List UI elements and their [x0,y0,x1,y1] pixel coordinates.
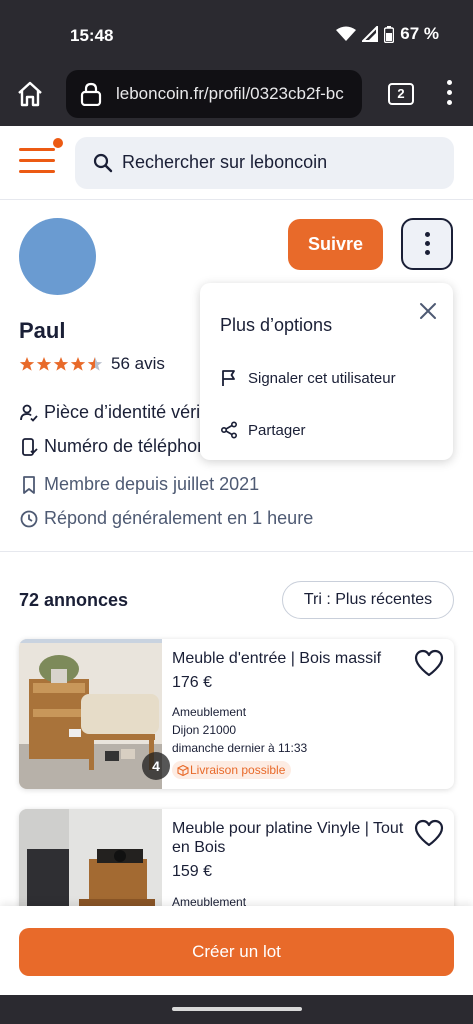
more-options-dropdown: Plus d’options Signaler cet utilisateur … [200,283,453,460]
battery-level: 67 % [400,24,439,43]
sort-button[interactable]: Tri : Plus récentes [282,581,454,619]
status-bar: 15:48 67 % [0,0,473,66]
lock-icon [80,82,102,106]
star-icon [53,357,69,371]
share-item[interactable]: Partager [220,421,306,439]
flag-icon [222,370,235,386]
phone-check-icon [22,437,38,456]
share-label: Partager [248,421,306,439]
response-time-label: Répond généralement en 1 heure [44,508,314,528]
avatar [19,218,96,295]
home-gesture-pill[interactable] [172,1007,302,1011]
listing-price: 159 € [172,863,213,880]
home-icon[interactable] [14,78,46,110]
listing-date: dimanche dernier à 11:33 [172,741,308,755]
report-user-item[interactable]: Signaler cet utilisateur [220,369,396,387]
star-icon [19,357,35,371]
url-text: leboncoin.fr/profil/0323cb2f-bc [116,84,344,103]
parcel-icon [177,764,189,776]
review-count: 56 avis [111,354,165,373]
delivery-badge: Livraison possible [172,761,292,779]
bookmark-icon [23,475,35,494]
listing-photo [19,639,162,789]
delivery-label: Livraison possible [190,763,286,777]
member-since-label: Membre depuis juillet 2021 [44,474,260,494]
photo-count-badge: 4 [142,752,170,780]
response-time-row: Répond généralement en 1 heure [19,508,313,529]
close-icon[interactable] [418,301,438,321]
tab-switcher-button[interactable]: 2 [388,83,414,105]
listing-price: 176 € [172,674,213,691]
listing-title: Meuble d'entrée | Bois massif [172,650,382,667]
listing-title: Meuble pour platine Vinyle | Tout en Boi… [172,820,404,856]
hamburger-menu-icon[interactable] [19,138,63,176]
search-placeholder: Rechercher sur leboncoin [122,152,328,172]
listing-card[interactable]: Meuble pour platine Vinyle | Tout en Boi… [19,809,454,919]
profile-name: Paul [19,318,66,343]
listing-photo [19,809,162,919]
listing-count: 72 annonces [19,590,129,610]
report-user-label: Signaler cet utilisateur [248,369,396,387]
status-icons: 67 % [336,24,439,44]
star-icon [36,357,52,371]
more-options-button[interactable] [401,218,453,270]
system-nav-bar [0,995,473,1024]
rating[interactable]: 56 avis [19,354,165,374]
heart-icon[interactable] [414,819,444,847]
share-icon [220,421,238,439]
address-bar[interactable]: leboncoin.fr/profil/0323cb2f-bc [66,70,362,118]
browser-menu-icon[interactable] [444,80,454,110]
wifi-icon [336,26,357,41]
id-verified-row: Pièce d’identité vérifiée [19,402,229,423]
member-since-row: Membre depuis juillet 2021 [19,474,259,495]
bottom-action-bar: Créer un lot [0,906,473,995]
battery-icon [384,25,395,43]
listing-location: Dijon 21000 [172,723,237,737]
create-lot-button[interactable]: Créer un lot [19,928,454,976]
section-divider [0,551,473,552]
notification-dot [53,138,63,148]
person-check-icon [20,404,38,422]
listing-category: Ameublement [172,705,247,719]
star-icon [87,357,103,371]
browser-toolbar: leboncoin.fr/profil/0323cb2f-bc 2 [0,66,473,126]
search-input[interactable]: Rechercher sur leboncoin [75,137,454,189]
follow-button[interactable]: Suivre [288,219,383,270]
dropdown-title: Plus d’options [220,315,333,335]
clock: 15:48 [70,26,114,45]
listing-card[interactable]: 4 Meuble d'entrée | Bois massif 176 € Am… [19,639,454,789]
clock-icon [20,510,38,527]
rating-stars [19,356,103,372]
heart-icon[interactable] [414,649,444,677]
star-icon [70,357,86,371]
app-header: Rechercher sur leboncoin [0,126,473,200]
search-icon [93,153,113,173]
signal-icon [362,26,379,42]
